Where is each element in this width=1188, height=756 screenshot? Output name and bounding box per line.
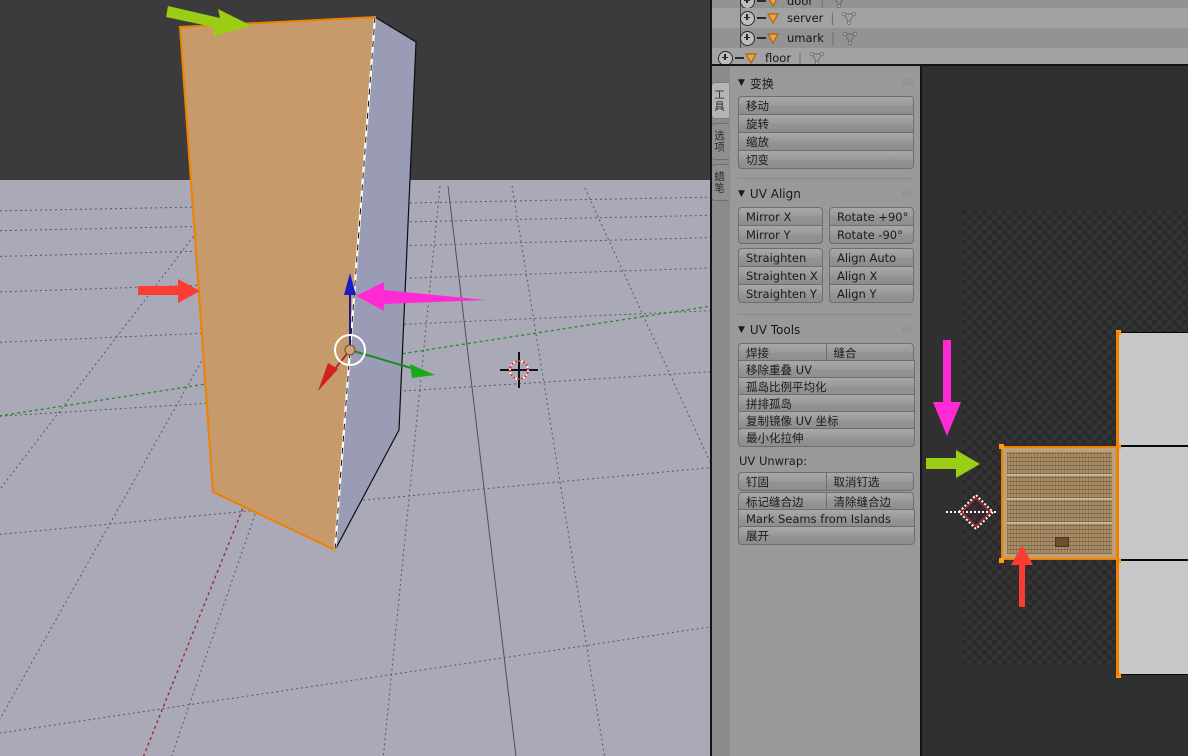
3d-viewport[interactable]: [0, 0, 710, 756]
align-y-button[interactable]: Align Y: [829, 284, 914, 303]
tab-grease-pencil[interactable]: 蜡笔: [711, 164, 729, 201]
triangle-down-icon: ▼: [738, 189, 745, 199]
blender-window: door | server | umark | floor | 工具 选项 蜡笔…: [0, 0, 1188, 756]
uv-face-middle[interactable]: [1117, 446, 1188, 560]
tab-tools[interactable]: 工具: [711, 82, 729, 119]
plus-circle-icon[interactable]: [740, 0, 755, 8]
straighten-button[interactable]: Straighten: [738, 248, 823, 267]
translate-manipulator[interactable]: [300, 265, 460, 395]
tool-shelf-tab-strip[interactable]: 工具 选项 蜡笔: [710, 66, 730, 756]
uv-seam-edge: [1116, 332, 1119, 676]
uv-face-top[interactable]: [1117, 332, 1188, 446]
unpin-button[interactable]: 取消钉选: [825, 472, 914, 491]
outliner-item-label: umark: [787, 31, 824, 45]
rotate-button[interactable]: 旋转: [738, 114, 914, 133]
outliner-row-door[interactable]: door |: [710, 0, 1188, 8]
straighten-y-button[interactable]: Straighten Y: [738, 284, 823, 303]
panel-header-uv-tools[interactable]: ▼ UV Tools ⦙⦙⦙⦙: [738, 321, 914, 339]
panel-title-transform: 变换: [749, 76, 774, 91]
uv-face-active[interactable]: [1001, 446, 1118, 560]
align-auto-button[interactable]: Align Auto: [829, 248, 914, 267]
mesh-triangle-icon: [766, 13, 780, 25]
outliner-item-label: door: [787, 0, 814, 8]
tab-options[interactable]: 选项: [711, 123, 729, 160]
panel-header-uv-align[interactable]: ▼ UV Align ⦙⦙⦙⦙: [738, 185, 914, 203]
brick-wall-texture: [1007, 452, 1112, 554]
move-button[interactable]: 移动: [738, 96, 914, 115]
uv-tools-button-stack: 焊接 缝合 移除重叠 UV 孤岛比例平均化 拼排孤岛 复制镜像 UV 坐标 最小…: [738, 343, 915, 447]
outliner-panel[interactable]: door | server | umark | floor |: [710, 0, 1188, 68]
grip-dots-icon: ⦙⦙⦙⦙: [901, 325, 914, 335]
uv-vertex[interactable]: [998, 443, 1004, 449]
rotate-minus-90-button[interactable]: Rotate -90°: [829, 225, 914, 244]
grip-dots-icon: ⦙⦙⦙⦙: [901, 189, 914, 199]
region-divider-vertical-left: [710, 0, 712, 756]
uv-face-bottom[interactable]: [1117, 560, 1188, 675]
pack-islands-row: 拼排孤岛: [738, 394, 915, 413]
unwrap-button[interactable]: 展开: [738, 526, 915, 545]
grip-dots-icon: ⦙⦙⦙⦙: [901, 78, 914, 88]
plus-circle-icon[interactable]: [740, 10, 755, 26]
panel-title-uv-tools: UV Tools: [749, 323, 801, 337]
door-handle-detail: [1055, 537, 1069, 547]
uv-unwrap-pin-row: 钉固 取消钉选: [738, 472, 914, 491]
panel-title-uv-align: UV Align: [749, 187, 801, 201]
weld-stitch-row: 焊接 缝合: [738, 343, 914, 362]
region-divider-vertical-right: [920, 66, 922, 756]
remove-doubles-uv-row: 移除重叠 UV: [738, 360, 915, 379]
3d-cursor: [500, 352, 538, 388]
region-divider-horizontal: [710, 64, 1188, 66]
panel-divider: [738, 314, 914, 315]
panel-divider: [738, 178, 914, 179]
triangle-down-icon: ▼: [738, 325, 745, 335]
align-x-button[interactable]: Align X: [829, 266, 914, 285]
outliner-item-label: server: [787, 11, 824, 25]
scale-button[interactable]: 缩放: [738, 132, 914, 151]
tool-shelf-content: ▼ 变换 ⦙⦙⦙⦙ 移动 旋转 缩放 切变 ▼ UV Align ⦙⦙⦙⦙ Mi…: [730, 66, 922, 756]
rotate-plus-90-button[interactable]: Rotate +90°: [829, 207, 914, 226]
triangle-down-icon: ▼: [738, 78, 745, 88]
uv-image-canvas[interactable]: [962, 210, 1188, 678]
mirror-y-button[interactable]: Mirror Y: [738, 225, 823, 244]
mesh-triangle-icon: [744, 53, 758, 65]
mesh-data-icon[interactable]: [842, 31, 858, 45]
average-islands-scale-row: 孤岛比例平均化: [738, 377, 915, 396]
uv-unwrap-subheading: UV Unwrap:: [739, 454, 808, 468]
minimize-stretch-button[interactable]: 最小化拉伸: [738, 428, 915, 447]
plus-circle-icon[interactable]: [740, 30, 755, 46]
uv-2d-cursor: [946, 493, 998, 531]
mesh-triangle-icon: [768, 0, 778, 8]
uv-align-straighten-row: Straighten Straighten X Straighten Y Ali…: [738, 248, 914, 305]
uv-vertex[interactable]: [998, 557, 1004, 563]
minimize-stretch-row: 最小化拉伸: [738, 428, 915, 447]
mesh-data-icon[interactable]: [841, 11, 857, 25]
mesh-data-icon[interactable]: [831, 0, 847, 8]
uv-align-mirror-row: Mirror X Mirror Y Rotate +90° Rotate -90…: [738, 207, 914, 246]
outliner-row-server[interactable]: server |: [710, 8, 1188, 28]
uv-image-editor[interactable]: [922, 66, 1188, 756]
pin-button[interactable]: 钉固: [738, 472, 827, 491]
mesh-triangle-icon: [766, 33, 780, 45]
mirror-x-button[interactable]: Mirror X: [738, 207, 823, 226]
uv-unwrap-seam-stack: 标记缝合边 清除缝合边 Mark Seams from Islands 展开: [738, 492, 915, 545]
shear-button[interactable]: 切变: [738, 150, 914, 169]
panel-header-transform[interactable]: ▼ 变换 ⦙⦙⦙⦙: [738, 74, 914, 92]
straighten-x-button[interactable]: Straighten X: [738, 266, 823, 285]
mesh-data-icon[interactable]: [809, 51, 825, 65]
outliner-row-umark[interactable]: umark |: [710, 28, 1188, 48]
transform-button-group: 移动 旋转 缩放 切变: [738, 96, 914, 169]
copy-mirrored-uv-row: 复制镜像 UV 坐标: [738, 411, 915, 430]
tool-shelf-panel[interactable]: 工具 选项 蜡笔 ▼ 变换 ⦙⦙⦙⦙ 移动 旋转 缩放 切变 ▼ UV Alig…: [710, 66, 922, 756]
outliner-item-label: floor: [765, 51, 792, 65]
